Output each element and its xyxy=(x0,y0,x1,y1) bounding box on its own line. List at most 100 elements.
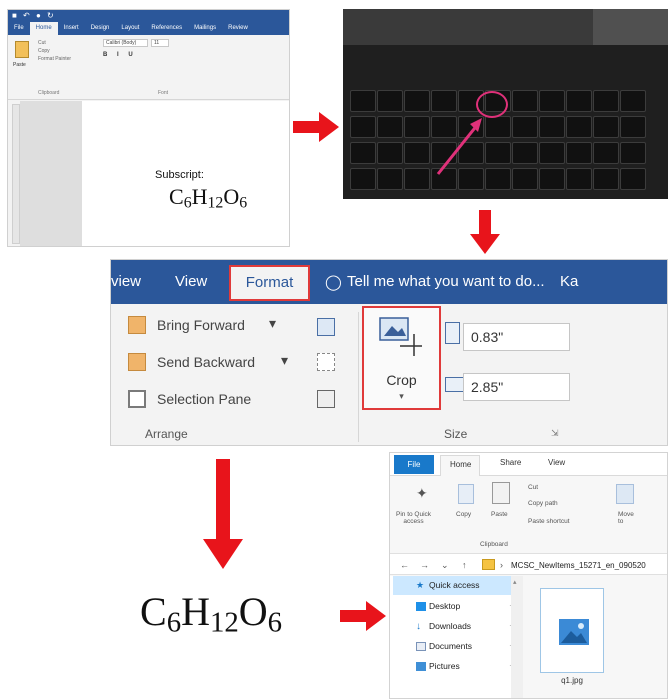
ribbon-header: view View ◯ Tell me what you want to do.… xyxy=(111,260,667,304)
file-name-label[interactable]: q1.jpg xyxy=(540,676,604,685)
keyboard-key xyxy=(350,116,376,138)
pin-quick-access-button[interactable]: Pin to Quick access xyxy=(396,511,431,525)
forward-icon[interactable]: → xyxy=(420,560,429,570)
copy-path-button[interactable]: Copy path xyxy=(528,500,558,507)
height-input[interactable]: 0.83" xyxy=(463,323,570,351)
tell-me-search[interactable]: Tell me what you want to do... xyxy=(347,273,545,290)
clipboard-items: Cut Copy Format Painter xyxy=(38,39,71,63)
paste-shortcut-button[interactable]: Paste shortcut xyxy=(528,518,570,525)
user-name: Ka xyxy=(560,273,579,290)
quick-access-toolbar[interactable]: ■ ↶ ● ↻ xyxy=(12,11,56,20)
nav-item-quick-access[interactable]: ★ Quick access xyxy=(393,576,521,595)
keyboard-key xyxy=(512,168,538,190)
bring-forward-button[interactable]: Bring Forward xyxy=(157,317,245,333)
back-icon[interactable]: ← xyxy=(400,560,409,570)
keyboard-key xyxy=(404,116,430,138)
word-tab-insert[interactable]: Insert xyxy=(58,22,85,35)
explorer-tab-file[interactable]: File xyxy=(394,455,434,474)
explorer-tab-home[interactable]: Home xyxy=(440,455,480,476)
width-input[interactable]: 2.85" xyxy=(463,373,570,401)
file-thumbnail[interactable] xyxy=(540,588,604,673)
font-name-select[interactable]: Calibri (Body) xyxy=(103,39,148,47)
recent-dropdown-icon[interactable]: ⌄ xyxy=(441,560,449,571)
move-to-button[interactable]: Move to xyxy=(618,511,634,525)
keyboard-key xyxy=(539,142,565,164)
tab-view[interactable]: View xyxy=(175,273,207,290)
format-painter-button[interactable]: Format Painter xyxy=(38,55,71,63)
nav-item-label: Pictures xyxy=(429,661,460,671)
tab-format[interactable]: Format xyxy=(229,265,310,301)
explorer-tab-share[interactable]: Share xyxy=(500,458,521,467)
keyboard-key xyxy=(539,90,565,112)
nav-scrollbar[interactable]: ▴ xyxy=(511,576,523,698)
size-dialog-launcher-icon[interactable]: ⇲ xyxy=(551,428,559,439)
copy-icon xyxy=(458,484,474,504)
bring-forward-icon xyxy=(128,316,146,334)
keyboard-key xyxy=(620,116,646,138)
word-tab-file[interactable]: File xyxy=(8,22,30,35)
up-icon[interactable]: ↑ xyxy=(462,560,467,570)
font-group-label: Font xyxy=(158,90,169,96)
paste-label: Paste xyxy=(13,62,26,68)
crop-dropdown-icon[interactable]: ▾ xyxy=(364,391,439,402)
file-explorer-window: File Home Share View ✦ Pin to Quick acce… xyxy=(389,452,668,699)
move-to-icon xyxy=(616,484,634,504)
nav-item-pictures[interactable]: Pictures ✦ xyxy=(393,657,521,676)
send-backward-button[interactable]: Send Backward xyxy=(157,354,255,370)
group-icon[interactable] xyxy=(317,353,335,371)
word-tab-review[interactable]: Review xyxy=(222,22,254,35)
keyboard-key xyxy=(566,142,592,164)
cut-button[interactable]: Cut xyxy=(528,484,538,491)
nav-item-desktop[interactable]: Desktop ✦ xyxy=(393,597,521,616)
font-size-select[interactable]: 11 xyxy=(151,39,169,47)
rotate-icon[interactable] xyxy=(317,390,335,408)
pointer-arrow-icon xyxy=(436,118,482,175)
crop-button[interactable]: Crop ▾ xyxy=(362,306,441,410)
arrange-group-label: Arrange xyxy=(145,427,188,441)
explorer-tab-view[interactable]: View xyxy=(548,458,565,467)
keyboard-key xyxy=(377,90,403,112)
format-buttons[interactable]: B I U xyxy=(103,52,137,58)
word-ribbon: Paste Cut Copy Format Painter Calibri (B… xyxy=(8,35,289,100)
cut-button[interactable]: Cut xyxy=(38,39,71,47)
tab-review-partial[interactable]: view xyxy=(111,273,141,290)
keyboard-key xyxy=(350,90,376,112)
nav-item-documents[interactable]: Documents ✦ xyxy=(393,637,521,656)
image-file-icon xyxy=(559,619,589,645)
paste-button[interactable]: Paste xyxy=(491,511,508,518)
keyboard-key xyxy=(620,90,646,112)
keyboard-key xyxy=(377,116,403,138)
word-title-bar: ■ ↶ ● ↻ xyxy=(8,10,289,22)
desktop-icon xyxy=(416,602,426,611)
send-backward-dropdown[interactable]: ▾ xyxy=(281,352,288,369)
picture-format-ribbon: view View ◯ Tell me what you want to do.… xyxy=(110,259,668,446)
word-tab-layout[interactable]: Layout xyxy=(115,22,145,35)
paste-icon[interactable] xyxy=(15,41,29,58)
documents-icon xyxy=(416,642,426,651)
copy-button[interactable]: Copy xyxy=(38,47,71,55)
align-icon[interactable] xyxy=(317,318,335,336)
subscript-label: Subscript: xyxy=(155,169,204,181)
selection-pane-button[interactable]: Selection Pane xyxy=(157,391,251,407)
scroll-up-icon[interactable]: ▴ xyxy=(513,578,517,586)
keyboard-key xyxy=(512,90,538,112)
keyboard-key xyxy=(377,168,403,190)
keyboard-key xyxy=(350,168,376,190)
word-tab-design[interactable]: Design xyxy=(85,22,116,35)
nav-item-downloads[interactable]: ↓ Downloads ✦ xyxy=(393,617,521,636)
bring-forward-dropdown[interactable]: ▾ xyxy=(269,315,276,332)
arrow-right-icon xyxy=(340,601,386,631)
address-path[interactable]: MCSC_NewItems_15271_en_090520 xyxy=(511,561,646,570)
keyboard-key xyxy=(539,168,565,190)
keyboard-key xyxy=(593,142,619,164)
formula-small: C6H12O6 xyxy=(169,184,248,212)
word-tab-mailings[interactable]: Mailings xyxy=(188,22,222,35)
paste-icon xyxy=(492,482,510,504)
lightbulb-icon: ◯ xyxy=(325,274,342,291)
formula-large: C6H12O6 xyxy=(140,589,283,639)
word-tab-home[interactable]: Home xyxy=(29,22,58,35)
word-tab-references[interactable]: References xyxy=(145,22,188,35)
send-backward-icon xyxy=(128,353,146,371)
copy-button[interactable]: Copy xyxy=(456,511,471,518)
keyboard-key xyxy=(566,168,592,190)
